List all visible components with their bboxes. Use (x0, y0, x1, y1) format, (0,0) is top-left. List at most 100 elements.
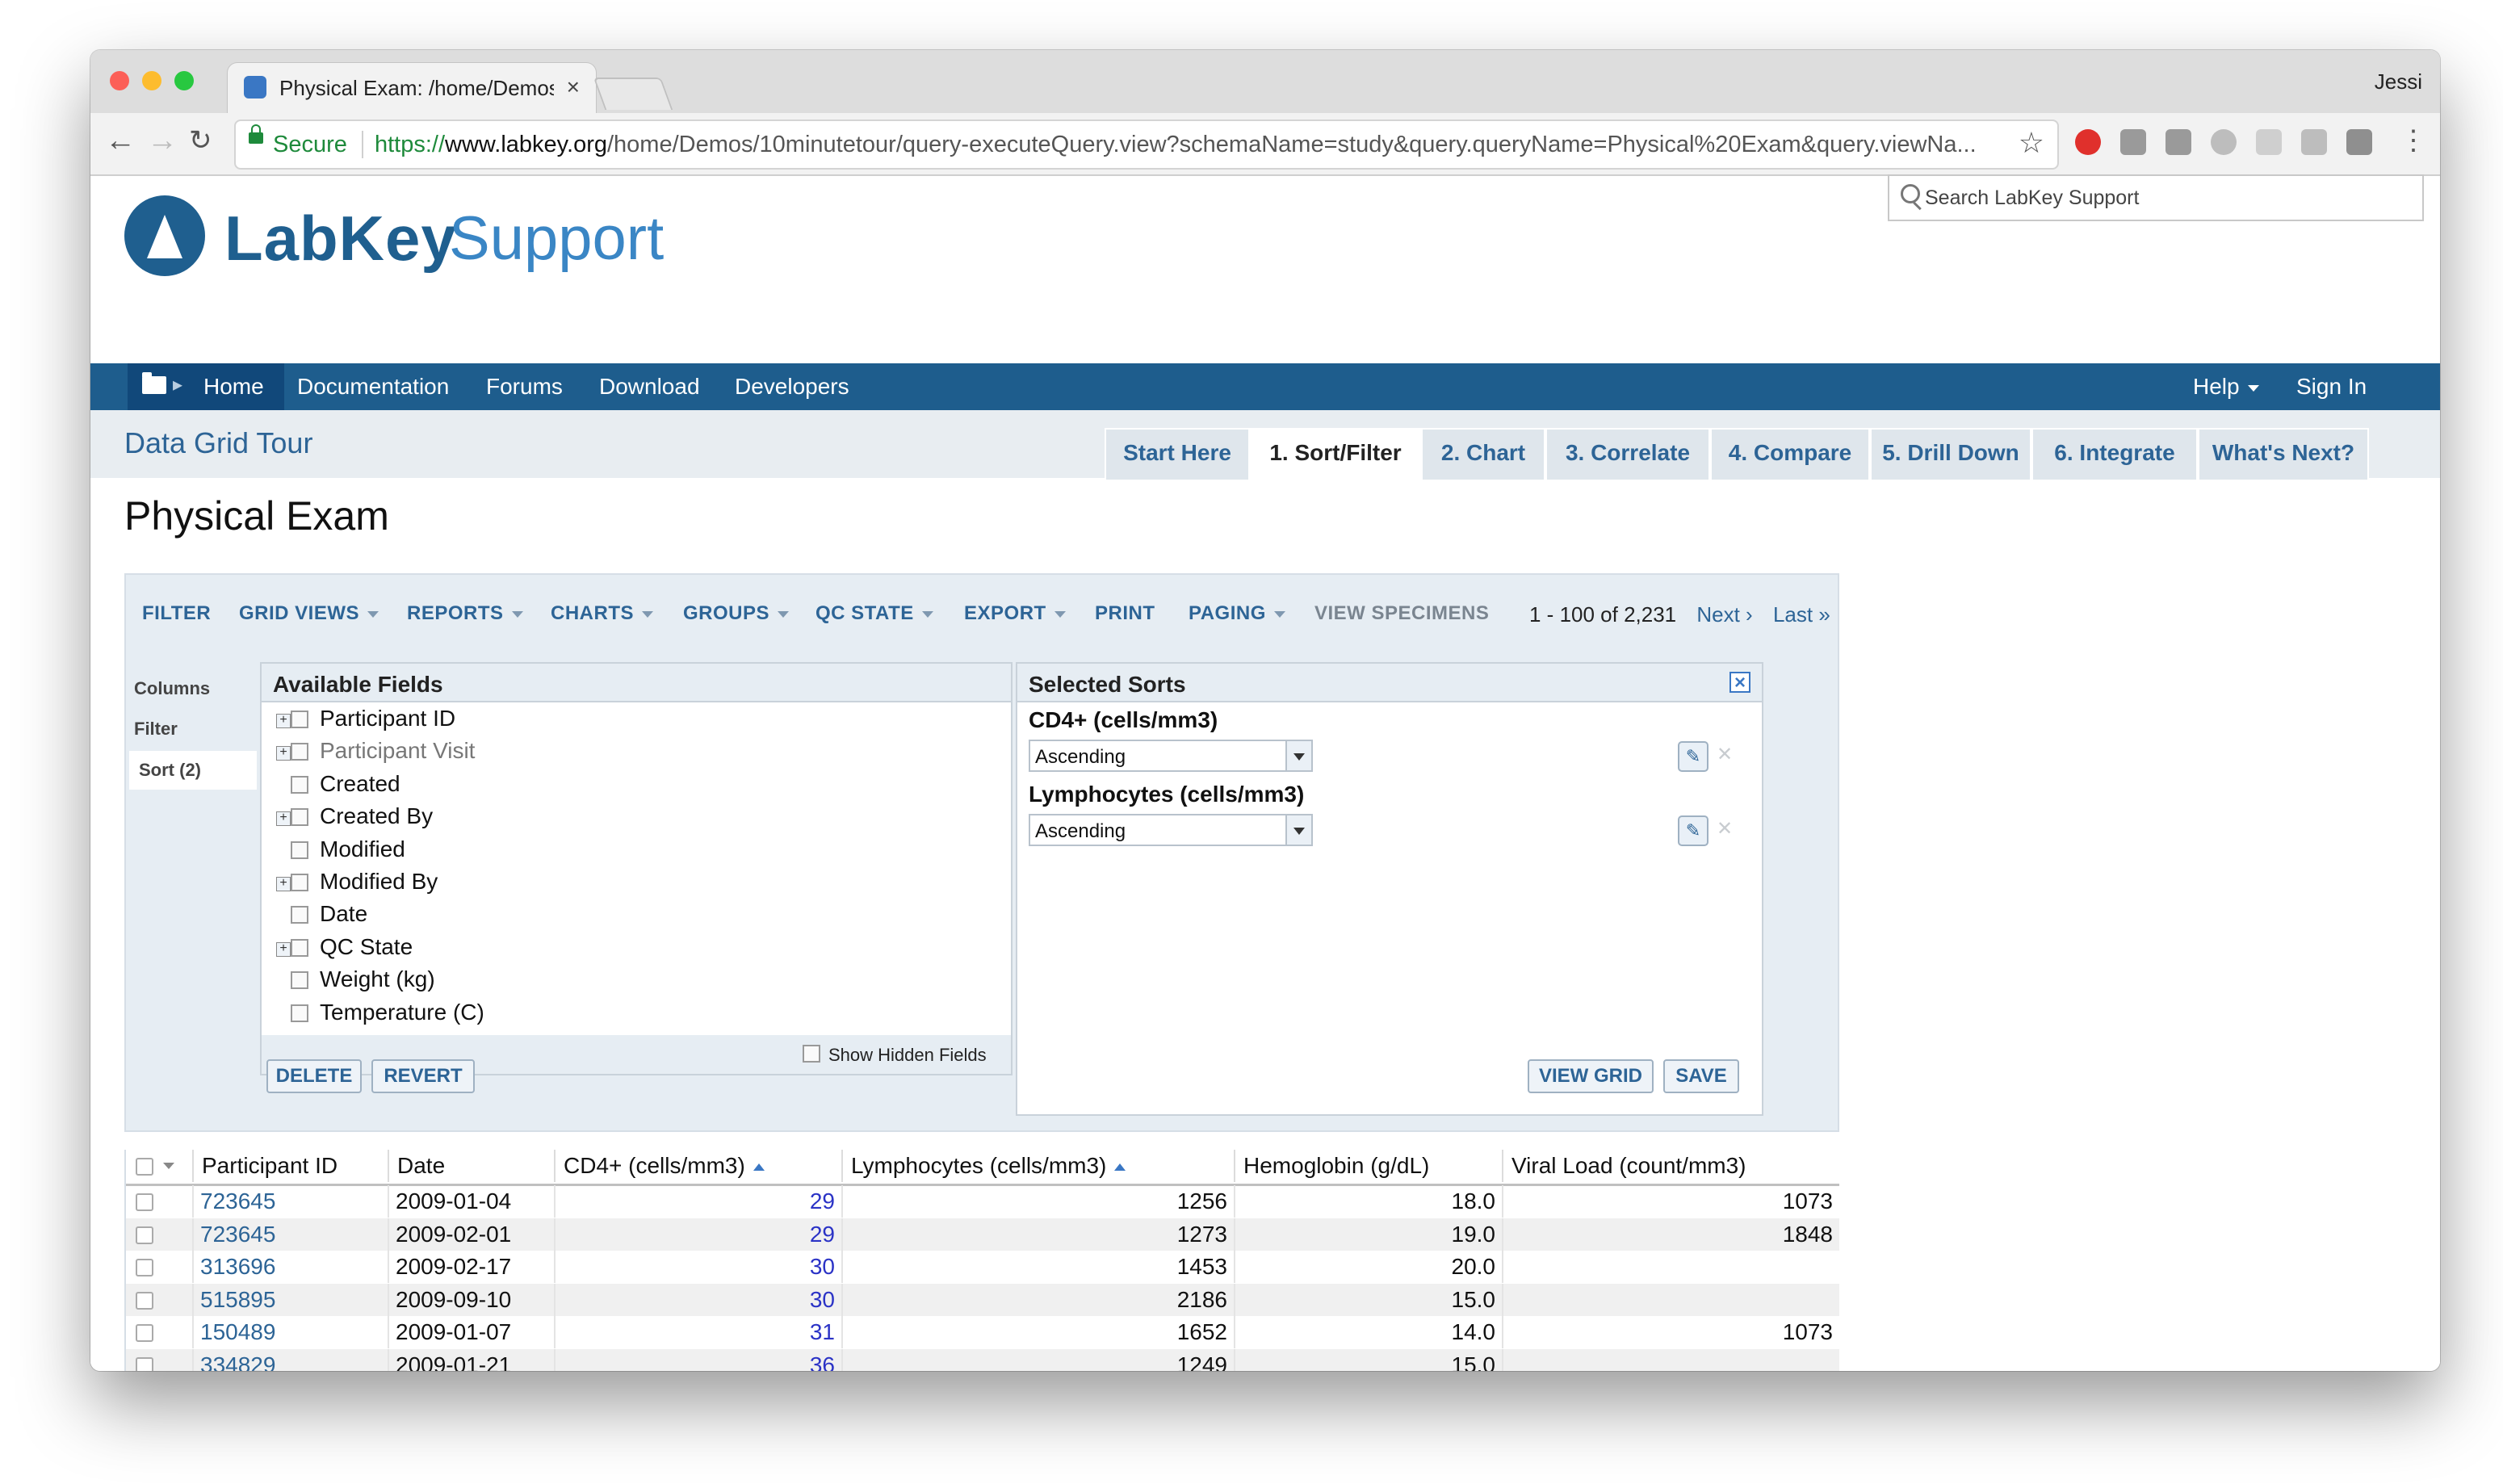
select-all-checkbox[interactable] (136, 1158, 153, 1176)
browser-tab[interactable]: Physical Exam: /home/Demos/ × (228, 63, 596, 113)
table-cell[interactable]: 723645 (194, 1185, 389, 1218)
last-page-link[interactable]: Last » (1773, 602, 1830, 627)
zoom-window-button[interactable] (174, 71, 194, 90)
opera-extension-icon[interactable] (2075, 129, 2101, 155)
cloud-extension-icon[interactable] (2211, 129, 2237, 155)
tab-integrate[interactable]: 6. Integrate (2031, 428, 2198, 480)
row-checkbox[interactable] (136, 1356, 153, 1371)
field-checkbox[interactable] (291, 711, 308, 728)
labkey-logo-icon[interactable] (124, 195, 205, 276)
participant-link[interactable]: 723645 (200, 1222, 275, 1247)
close-panel-icon[interactable]: × (1729, 672, 1750, 693)
row-checkbox[interactable] (136, 1291, 153, 1310)
tab-whats-next[interactable]: What's Next? (2198, 428, 2369, 480)
groups-button[interactable]: GROUPS (683, 602, 790, 625)
site-search-input[interactable]: Search LabKey Support (1888, 174, 2424, 221)
table-cell[interactable]: 29 (556, 1185, 843, 1218)
snowflake-extension-icon[interactable] (2256, 129, 2282, 155)
pin-sort-1-icon[interactable]: ✎ (1678, 741, 1708, 772)
address-bar[interactable]: Secure https://www.labkey.org/home/Demos… (234, 119, 2059, 170)
table-cell[interactable]: 723645 (194, 1218, 389, 1251)
pin-sort-2-icon[interactable]: ✎ (1678, 815, 1708, 846)
table-cell[interactable]: 150489 (194, 1316, 389, 1348)
column-viral-load[interactable]: Viral Load (count/mm3) (1503, 1150, 1839, 1182)
tab-close-icon[interactable]: × (567, 74, 580, 100)
paging-button[interactable]: PAGING (1189, 602, 1285, 625)
print-button[interactable]: PRINT (1095, 602, 1155, 625)
chevron-down-icon[interactable] (163, 1163, 174, 1169)
participant-link[interactable]: 313696 (200, 1254, 275, 1279)
folder-icon[interactable] (142, 372, 166, 394)
sort-2-direction-select[interactable]: Ascending (1029, 814, 1313, 846)
view-specimens-button[interactable]: VIEW SPECIMENS (1314, 602, 1489, 625)
expand-plus-icon[interactable]: + (276, 941, 291, 957)
dropdown-arrow-icon[interactable] (1285, 815, 1311, 845)
column-date[interactable]: Date (389, 1150, 556, 1182)
show-hidden-fields-checkbox[interactable] (803, 1045, 820, 1063)
grid-views-button[interactable]: GRID VIEWS (239, 602, 379, 625)
column-lymphocytes[interactable]: Lymphocytes (cells/mm3) (843, 1150, 1235, 1182)
tab-compare[interactable]: 4. Compare (1710, 428, 1870, 480)
table-cell[interactable]: 334829 (194, 1348, 389, 1372)
bookmark-star-icon[interactable]: ☆ (2019, 126, 2044, 160)
expand-plus-icon[interactable]: + (276, 811, 291, 827)
reload-icon[interactable]: ↻ (189, 123, 212, 158)
menu-download[interactable]: Download (599, 374, 700, 400)
remove-sort-1-icon[interactable]: ✕ (1717, 743, 1733, 766)
back-arrow-icon[interactable]: ← (105, 123, 136, 158)
tab-chart[interactable]: 2. Chart (1421, 428, 1545, 480)
menu-help[interactable]: Help (2193, 374, 2259, 400)
select-all-cell[interactable] (126, 1150, 194, 1182)
reports-button[interactable]: REPORTS (407, 602, 523, 625)
delete-button[interactable]: DELETE (266, 1059, 362, 1093)
screen-extension-icon[interactable] (2165, 129, 2191, 155)
charts-button[interactable]: CHARTS (551, 602, 653, 625)
project-title[interactable]: Data Grid Tour (124, 426, 312, 460)
field-checkbox[interactable] (291, 906, 308, 924)
browser-menu-icon[interactable]: ⋮ (2400, 123, 2427, 158)
row-checkbox[interactable] (136, 1259, 153, 1276)
view-grid-button[interactable]: VIEW GRID (1528, 1059, 1654, 1093)
expand-plus-icon[interactable]: + (276, 877, 291, 891)
participant-link[interactable]: 150489 (200, 1319, 275, 1344)
g-extension-icon[interactable] (2346, 129, 2372, 155)
menu-forums[interactable]: Forums (486, 374, 563, 400)
field-checkbox[interactable] (291, 938, 308, 957)
chevron-right-icon[interactable]: ▸ (173, 373, 182, 396)
logo-brand[interactable]: LabKey (224, 202, 457, 275)
table-cell[interactable]: 313696 (194, 1251, 389, 1283)
participant-link[interactable]: 515895 (200, 1287, 275, 1312)
field-checkbox[interactable] (291, 874, 308, 891)
tab-correlate[interactable]: 3. Correlate (1545, 428, 1710, 480)
url-text[interactable]: https://www.labkey.org/home/Demos/10minu… (375, 132, 1998, 158)
qc-state-button[interactable]: QC STATE (815, 602, 933, 625)
row-checkbox[interactable] (136, 1226, 153, 1244)
field-checkbox[interactable] (291, 971, 308, 990)
export-button[interactable]: EXPORT (964, 602, 1066, 625)
filter-button[interactable]: FILTER (142, 602, 211, 625)
field-checkbox[interactable] (291, 841, 308, 859)
column-cd4[interactable]: CD4+ (cells/mm3) (556, 1150, 843, 1182)
participant-link[interactable]: 723645 (200, 1188, 275, 1214)
logo-product[interactable]: Support (449, 203, 664, 274)
field-checkbox[interactable] (291, 808, 308, 827)
menu-home[interactable]: Home (203, 374, 264, 400)
table-cell[interactable]: 36 (556, 1348, 843, 1371)
sort-1-direction-select[interactable]: Ascending (1029, 740, 1313, 772)
menu-sign-in[interactable]: Sign In (2296, 374, 2367, 400)
row-checkbox[interactable] (136, 1324, 153, 1342)
new-tab-button[interactable] (593, 78, 673, 110)
tab-drill-down[interactable]: 5. Drill Down (1870, 428, 2031, 480)
menu-developers[interactable]: Developers (735, 374, 849, 400)
revert-button[interactable]: REVERT (371, 1059, 475, 1093)
save-button[interactable]: SAVE (1663, 1059, 1739, 1093)
tab-start-here[interactable]: Start Here (1105, 428, 1250, 480)
participant-link[interactable]: 334829 (200, 1352, 275, 1372)
expand-plus-icon[interactable]: + (276, 714, 291, 728)
table-cell[interactable]: 31 (556, 1316, 843, 1348)
row-checkbox[interactable] (136, 1193, 153, 1211)
remove-sort-2-icon[interactable]: ✕ (1717, 817, 1733, 841)
table-cell[interactable]: 515895 (194, 1283, 389, 1316)
menu-documentation[interactable]: Documentation (297, 374, 449, 400)
puzzle-extension-icon[interactable] (2120, 129, 2146, 155)
